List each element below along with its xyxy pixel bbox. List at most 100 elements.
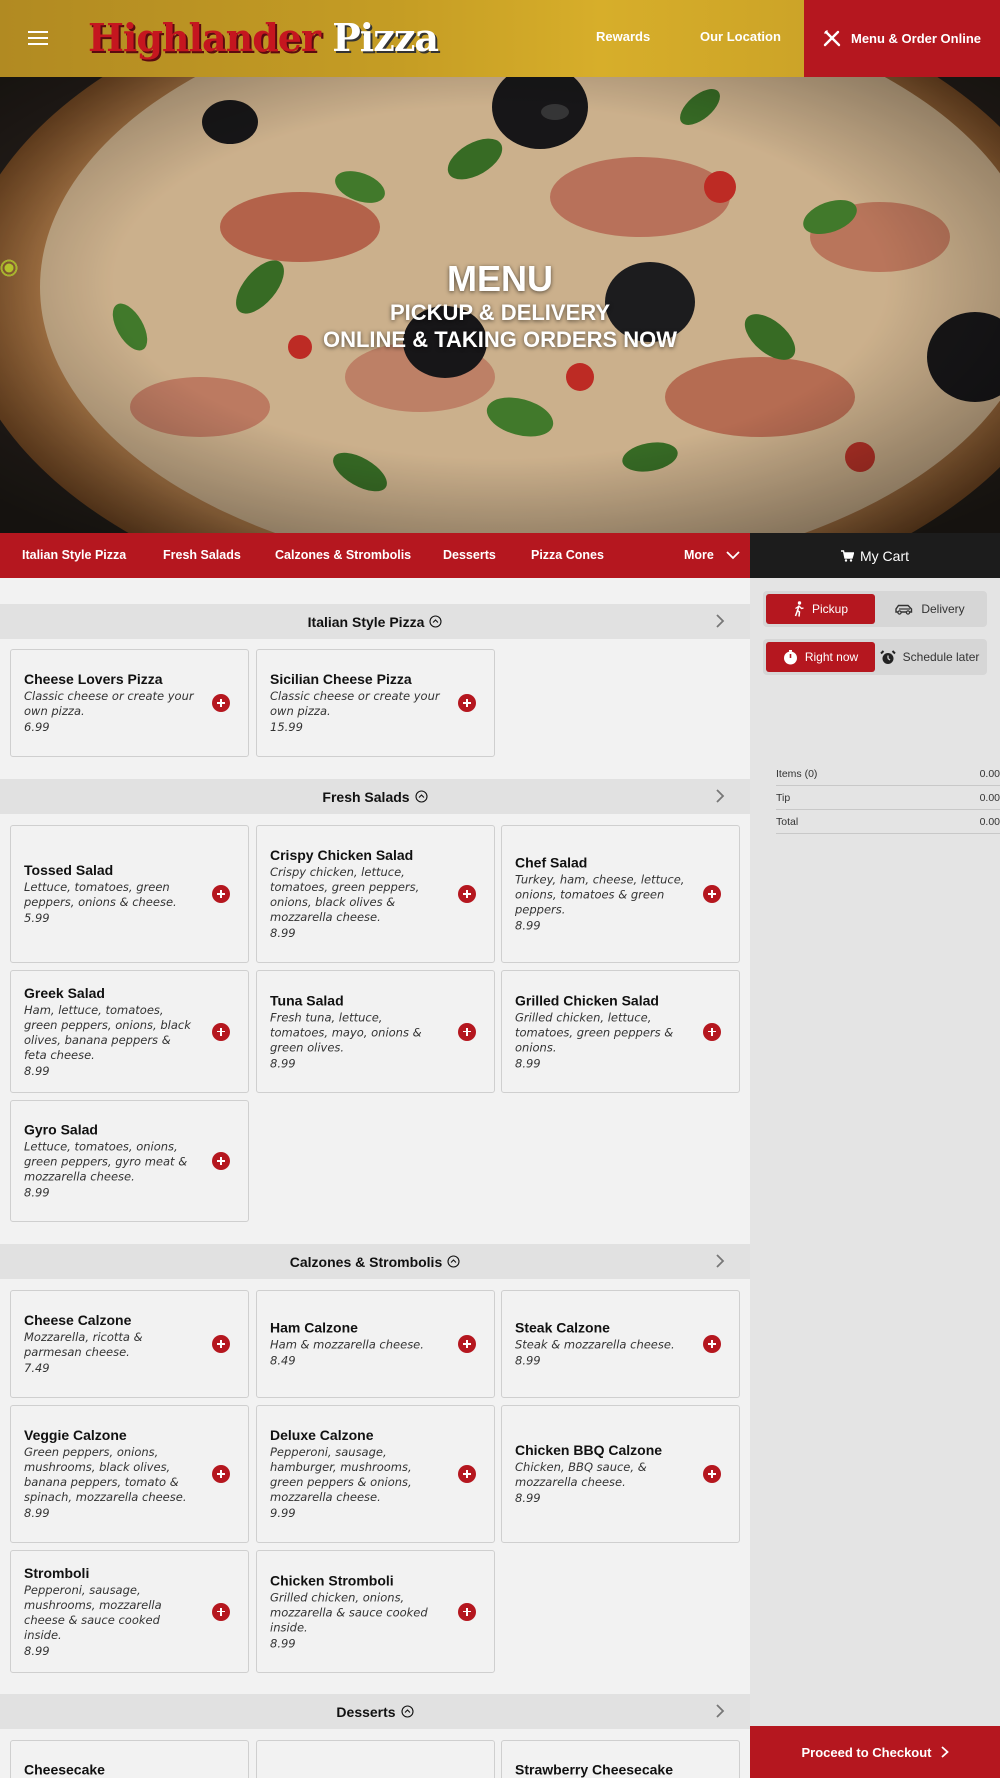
logo-text-highlander: Highlander <box>88 15 321 60</box>
menu-item-card[interactable]: Tossed Salad Lettuce, tomatoes, green pep… <box>10 825 249 963</box>
section-next-arrow-icon[interactable] <box>712 613 728 629</box>
menu-item-name: Chef Salad <box>515 854 588 871</box>
category-more-label: More <box>684 548 714 562</box>
menu-item-description: Grilled chicken, onions, mozzarella & sa… <box>270 1590 428 1634</box>
menu-item-card[interactable]: Greek Salad Ham, lettuce, tomatoes, green… <box>10 970 249 1093</box>
alarm-clock-icon <box>879 649 896 664</box>
add-item-plus-icon[interactable] <box>458 1022 476 1041</box>
menu-item-price: 8.99 <box>24 1506 50 1520</box>
menu-item-price: 5.99 <box>24 911 50 925</box>
add-item-plus-icon[interactable] <box>212 1335 230 1353</box>
cart-sidebar: Pickup Delivery Right now Schedule later… <box>750 578 1000 1778</box>
add-item-plus-icon[interactable] <box>458 885 476 903</box>
add-item-plus-icon[interactable] <box>212 1465 230 1483</box>
section-next-arrow-icon[interactable] <box>712 1253 728 1269</box>
my-cart-title: My Cart <box>860 547 909 564</box>
menu-item-price: 8.99 <box>24 1063 50 1078</box>
add-item-plus-icon[interactable] <box>212 1602 230 1621</box>
menu-item-card[interactable]: Veggie Calzone Green peppers, onions, mus… <box>10 1405 249 1543</box>
menu-item-card[interactable]: Cheesecake <box>10 1740 249 1778</box>
menu-item-card[interactable]: Cheese Lovers Pizza Classic cheese or cre… <box>10 649 249 757</box>
menu-item-name: Cheesecake <box>24 1761 105 1778</box>
menu-item-card[interactable]: Ham Calzone Ham & mozzarella cheese. 8.49 <box>256 1290 495 1398</box>
menu-item-name: Cheese Calzone <box>24 1312 132 1328</box>
add-item-plus-icon[interactable] <box>458 694 476 712</box>
category-italian-style-pizza[interactable]: Italian Style Pizza <box>22 548 126 562</box>
pickup-button[interactable]: Pickup <box>766 594 875 624</box>
menu-item-price: 8.99 <box>270 1636 296 1650</box>
menu-item-price: 8.99 <box>515 1491 541 1505</box>
menu-item-name: Greek Salad <box>24 984 105 1001</box>
menu-item-card[interactable]: Cheese Calzone Mozzarella, ricotta & parm… <box>10 1290 249 1398</box>
menu-item-card[interactable]: Deluxe Calzone Pepperoni, sausage, hambur… <box>256 1405 495 1543</box>
category-pizza-cones[interactable]: Pizza Cones <box>531 548 604 562</box>
section-header[interactable]: Fresh Salads <box>0 779 750 814</box>
menu-item-card[interactable]: Tuna Salad Fresh tuna, lettuce, tomatoes,… <box>256 970 495 1093</box>
menu-item-price: 7.49 <box>24 1361 50 1375</box>
my-cart-header[interactable]: My Cart <box>750 533 1000 578</box>
delivery-button[interactable]: Delivery <box>875 594 984 624</box>
add-item-plus-icon[interactable] <box>703 1022 721 1041</box>
menu-item-name: Deluxe Calzone <box>270 1427 374 1443</box>
menu-order-online-button[interactable]: Menu & Order Online <box>804 0 1000 77</box>
menu-item-card[interactable]: Grilled Chicken Salad Grilled chicken, le… <box>501 970 740 1093</box>
menu-item-description: Green peppers, onions, mushrooms, black … <box>24 1445 187 1504</box>
add-item-plus-icon[interactable] <box>212 885 230 903</box>
nav-rewards-link[interactable]: Rewards <box>596 29 650 44</box>
add-item-plus-icon[interactable] <box>458 1335 476 1353</box>
menu-item-description: Classic cheese or create your own pizza. <box>270 689 440 718</box>
right-now-button[interactable]: Right now <box>766 642 875 672</box>
menu-item-name: Tuna Salad <box>270 992 344 1008</box>
menu-item-card[interactable] <box>256 1740 495 1778</box>
proceed-to-checkout-button[interactable]: Proceed to Checkout <box>750 1726 1000 1778</box>
menu-item-card[interactable]: Chicken BBQ Calzone Chicken, BBQ sauce, &… <box>501 1405 740 1543</box>
menu-item-description: Turkey, ham, cheese, lettuce, onions, to… <box>515 872 685 917</box>
category-calzones-strombolis[interactable]: Calzones & Strombolis <box>275 548 411 562</box>
menu-item-card[interactable]: Gyro Salad Lettuce, tomatoes, onions, gre… <box>10 1100 249 1222</box>
menu-item-description: Classic cheese or create your own pizza. <box>24 689 194 718</box>
menu-item-card[interactable]: Strawberry Cheesecake <box>501 1740 740 1778</box>
add-item-plus-icon[interactable] <box>703 1335 721 1353</box>
section-header[interactable]: Calzones & Strombolis <box>0 1244 750 1279</box>
section-header[interactable]: Desserts <box>0 1694 750 1729</box>
category-fresh-salads[interactable]: Fresh Salads <box>163 548 241 562</box>
add-item-plus-icon[interactable] <box>703 885 721 903</box>
section-next-arrow-icon[interactable] <box>712 788 728 804</box>
nav-location-link[interactable]: Our Location <box>700 29 781 44</box>
add-item-plus-icon[interactable] <box>212 694 230 712</box>
menu-item-info: Cheese Lovers Pizza Classic cheese or cre… <box>24 670 196 736</box>
add-item-plus-icon[interactable] <box>458 1602 476 1621</box>
pickup-label: Pickup <box>811 602 849 616</box>
category-more-dropdown[interactable]: More <box>684 548 740 562</box>
menu-item-card[interactable]: Stromboli Pepperoni, sausage, mushrooms, … <box>10 1550 249 1673</box>
checkout-label: Proceed to Checkout <box>801 1744 932 1760</box>
site-logo[interactable]: Highlander Pizza <box>88 14 439 62</box>
menu-item-name: Grilled Chicken Salad <box>515 992 659 1008</box>
add-item-plus-icon[interactable] <box>703 1465 721 1483</box>
menu-item-price: 15.99 <box>270 720 303 734</box>
add-item-plus-icon[interactable] <box>212 1022 230 1041</box>
hamburger-menu-icon[interactable] <box>28 31 48 45</box>
cart-items-value: 0.00 <box>979 767 1000 780</box>
menu-item-name: Veggie Calzone <box>24 1427 127 1443</box>
menu-item-info: Gyro Salad Lettuce, tomatoes, onions, gre… <box>24 1121 196 1202</box>
cart-total-row: Total 0.00 <box>776 810 1000 834</box>
hero-banner: MENU PICKUP & DELIVERY ONLINE & TAKING O… <box>0 77 1000 533</box>
section-header[interactable]: Italian Style Pizza <box>0 604 750 639</box>
collapse-chevron-up-icon <box>415 790 428 803</box>
menu-item-card[interactable]: Chicken Stromboli Grilled chicken, onions… <box>256 1550 495 1673</box>
cart-tip-label: Tip <box>776 791 791 804</box>
right-now-label: Right now <box>804 650 859 664</box>
hero-pickup-text: PICKUP & DELIVERY <box>389 300 611 325</box>
menu-item-info: Greek Salad Ham, lettuce, tomatoes, green… <box>24 984 196 1080</box>
menu-item-card[interactable]: Steak Calzone Steak & mozzarella cheese. 8… <box>501 1290 740 1398</box>
schedule-later-button[interactable]: Schedule later <box>875 642 984 672</box>
menu-item-name: Stromboli <box>24 1564 90 1581</box>
section-next-arrow-icon[interactable] <box>712 1703 728 1719</box>
category-desserts[interactable]: Desserts <box>443 548 496 562</box>
add-item-plus-icon[interactable] <box>458 1465 476 1483</box>
menu-item-card[interactable]: Sicilian Cheese Pizza Classic cheese or c… <box>256 649 495 757</box>
menu-item-card[interactable]: Crispy Chicken Salad Crispy chicken, lett… <box>256 825 495 963</box>
add-item-plus-icon[interactable] <box>212 1152 230 1170</box>
menu-item-card[interactable]: Chef Salad Turkey, ham, cheese, lettuce, … <box>501 825 740 963</box>
